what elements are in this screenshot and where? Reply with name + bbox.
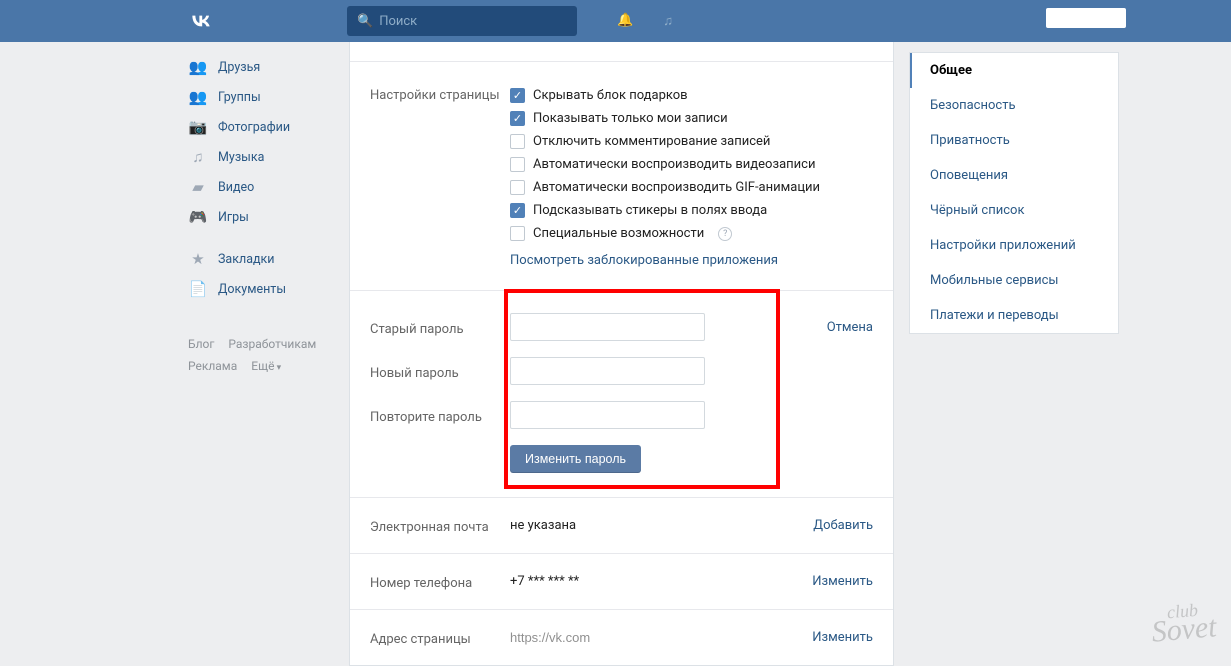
page-settings-label: Настройки страницы [370, 84, 510, 103]
old-password-label: Старый пароль [370, 318, 510, 337]
password-cancel[interactable]: Отмена [827, 320, 873, 335]
address-action[interactable]: Изменить [812, 630, 873, 645]
email-value: не указана [510, 518, 813, 533]
menu-app-settings[interactable]: Настройки приложений [910, 228, 1118, 263]
nav-bookmarks[interactable]: ★ Закладки [184, 244, 349, 274]
chk-label: Автоматически воспроизводить видеозаписи [533, 157, 815, 172]
checkbox-icon [510, 134, 525, 149]
email-label: Электронная почта [370, 516, 510, 535]
left-nav: 👥 Друзья 👥 Группы 📷 Фотографии ♫ Музыка ▰ Вид… [184, 42, 349, 666]
password-section: Старый пароль Отмена Новый пароль Повтор… [350, 291, 893, 498]
checkbox-icon [510, 157, 525, 172]
change-password-button[interactable]: Изменить пароль [510, 445, 641, 473]
chk-disable-comments[interactable]: Отключить комментирование записей [510, 130, 873, 153]
email-action[interactable]: Добавить [813, 518, 873, 533]
address-label: Адрес страницы [370, 628, 510, 647]
settings-menu: Общее Безопасность Приватность Оповещени… [909, 52, 1119, 334]
games-icon: 🎮 [188, 208, 208, 226]
footer-more[interactable]: Ещё [251, 359, 281, 373]
nav-label: Музыка [218, 150, 264, 165]
page-settings-section: Настройки страницы ✓ Скрывать блок подарк… [350, 62, 893, 291]
chk-autoplay-gif[interactable]: Автоматически воспроизводить GIF-анимаци… [510, 176, 873, 199]
groups-icon: 👥 [188, 88, 208, 106]
right-column: Общее Безопасность Приватность Оповещени… [909, 52, 1119, 666]
photos-icon: 📷 [188, 118, 208, 136]
repeat-password-input[interactable] [510, 401, 705, 429]
nav-label: Игры [218, 210, 249, 225]
menu-notifications[interactable]: Оповещения [910, 158, 1118, 193]
nav-footer: Блог Разработчикам Реклама Ещё [184, 334, 349, 377]
nav-photos[interactable]: 📷 Фотографии [184, 112, 349, 142]
chk-label: Подсказывать стикеры в полях ввода [533, 203, 767, 218]
user-menu[interactable] [1046, 8, 1126, 28]
video-icon: ▰ [188, 178, 208, 196]
bookmark-icon: ★ [188, 250, 208, 268]
nav-friends[interactable]: 👥 Друзья [184, 52, 349, 82]
menu-privacy[interactable]: Приватность [910, 123, 1118, 158]
phone-action[interactable]: Изменить [812, 574, 873, 589]
nav-label: Документы [218, 282, 286, 297]
menu-payments[interactable]: Платежи и переводы [910, 298, 1118, 333]
checkbox-icon [510, 226, 525, 241]
menu-blacklist[interactable]: Чёрный список [910, 193, 1118, 228]
menu-mobile[interactable]: Мобильные сервисы [910, 263, 1118, 298]
blocked-apps-link[interactable]: Посмотреть заблокированные приложения [510, 253, 778, 268]
phone-label: Номер телефона [370, 572, 510, 591]
footer-blog[interactable]: Блог [188, 337, 214, 351]
chk-label: Отключить комментирование записей [533, 134, 770, 149]
checkbox-icon: ✓ [510, 203, 525, 218]
chk-autoplay-video[interactable]: Автоматически воспроизводить видеозаписи [510, 153, 873, 176]
search-placeholder: Поиск [379, 14, 417, 29]
chk-hide-gifts[interactable]: ✓ Скрывать блок подарков [510, 84, 873, 107]
nav-label: Видео [218, 180, 254, 195]
phone-row: Номер телефона +7 *** *** ** Изменить [350, 554, 893, 610]
nav-label: Друзья [218, 60, 260, 75]
nav-video[interactable]: ▰ Видео [184, 172, 349, 202]
menu-general[interactable]: Общее [910, 53, 1118, 88]
chk-sticker-hints[interactable]: ✓ Подсказывать стикеры в полях ввода [510, 199, 873, 222]
docs-icon: 📄 [188, 280, 208, 298]
settings-content: Настройки страницы ✓ Скрывать блок подарк… [349, 42, 894, 666]
chk-own-posts[interactable]: ✓ Показывать только мои записи [510, 107, 873, 130]
vk-logo[interactable] [185, 5, 217, 37]
menu-security[interactable]: Безопасность [910, 88, 1118, 123]
checkbox-icon: ✓ [510, 111, 525, 126]
search-box[interactable]: 🔍 Поиск [347, 6, 577, 36]
email-row: Электронная почта не указана Добавить [350, 498, 893, 554]
friends-icon: 👥 [188, 58, 208, 76]
nav-groups[interactable]: 👥 Группы [184, 82, 349, 112]
chk-accessibility[interactable]: Специальные возможности? [510, 222, 873, 245]
footer-devs[interactable]: Разработчикам [228, 337, 316, 351]
address-input[interactable] [510, 630, 710, 645]
repeat-password-label: Повторите пароль [370, 406, 510, 425]
nav-games[interactable]: 🎮 Игры [184, 202, 349, 232]
chk-label: Показывать только мои записи [533, 111, 728, 126]
footer-ads[interactable]: Реклама [188, 359, 237, 373]
checkbox-icon: ✓ [510, 88, 525, 103]
nav-label: Закладки [218, 252, 275, 267]
new-password-input[interactable] [510, 357, 705, 385]
old-password-input[interactable] [510, 313, 705, 341]
checkbox-icon [510, 180, 525, 195]
top-icons: 🔔 ♫ [617, 13, 673, 29]
music-nav-icon: ♫ [188, 148, 208, 166]
chk-label: Скрывать блок подарков [533, 88, 688, 103]
chk-label: Специальные возможности [533, 226, 704, 241]
nav-music[interactable]: ♫ Музыка [184, 142, 349, 172]
help-icon[interactable]: ? [718, 227, 732, 241]
phone-value: +7 *** *** ** [510, 574, 812, 589]
music-icon[interactable]: ♫ [663, 13, 673, 29]
chk-label: Автоматически воспроизводить GIF-анимаци… [533, 180, 820, 195]
new-password-label: Новый пароль [370, 362, 510, 381]
search-icon: 🔍 [357, 14, 373, 29]
bell-icon[interactable]: 🔔 [617, 13, 633, 29]
topbar: 🔍 Поиск 🔔 ♫ [0, 0, 1231, 42]
nav-label: Фотографии [218, 120, 290, 135]
nav-docs[interactable]: 📄 Документы [184, 274, 349, 304]
page-settings-body: ✓ Скрывать блок подарков ✓ Показывать толь… [510, 84, 873, 268]
nav-label: Группы [218, 90, 261, 105]
